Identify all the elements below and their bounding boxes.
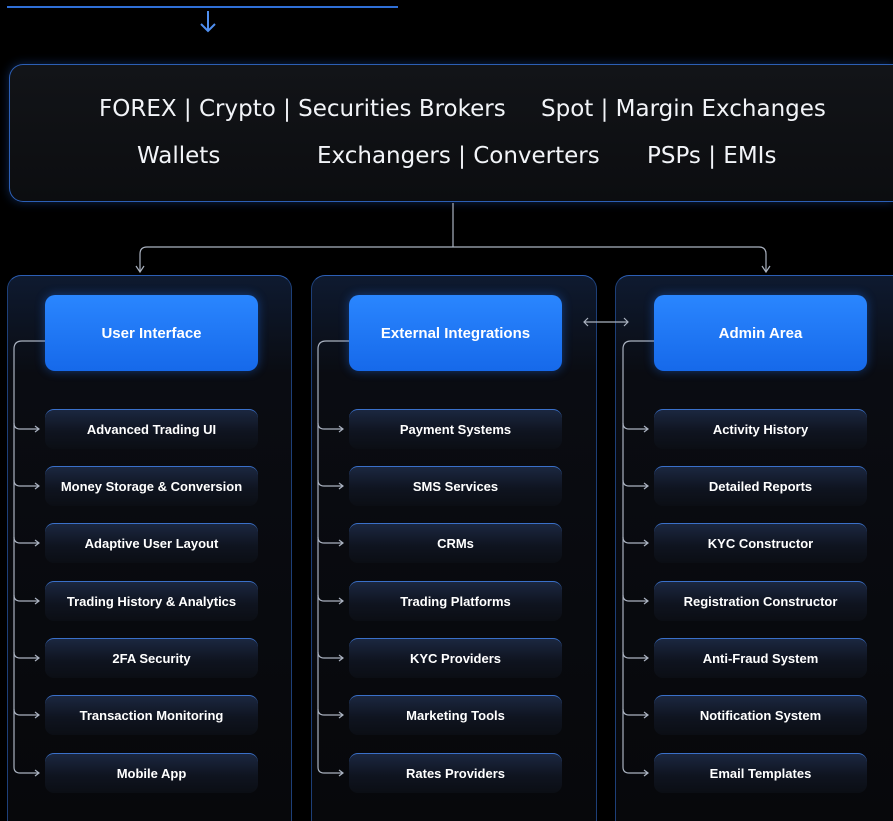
list-item[interactable]: Trading History & Analytics (45, 581, 258, 621)
list-item[interactable]: Rates Providers (349, 753, 562, 793)
list-item[interactable]: Money Storage & Conversion (45, 466, 258, 506)
list-item[interactable]: Email Templates (654, 753, 867, 793)
list-item[interactable]: Trading Platforms (349, 581, 562, 621)
list-item[interactable]: KYC Constructor (654, 523, 867, 563)
list-item[interactable]: Activity History (654, 409, 867, 449)
list-item[interactable]: Marketing Tools (349, 695, 562, 735)
list-item[interactable]: Transaction Monitoring (45, 695, 258, 735)
list-item[interactable]: Registration Constructor (654, 581, 867, 621)
list-item[interactable]: Advanced Trading UI (45, 409, 258, 449)
list-item[interactable]: Notification System (654, 695, 867, 735)
list-item[interactable]: Anti-Fraud System (654, 638, 867, 678)
list-item[interactable]: Mobile App (45, 753, 258, 793)
column-spine (13, 340, 45, 774)
admin-area-button[interactable]: Admin Area (654, 295, 867, 371)
list-item[interactable]: Detailed Reports (654, 466, 867, 506)
column-spine (317, 340, 349, 774)
list-item[interactable]: Adaptive User Layout (45, 523, 258, 563)
split-connector (139, 246, 767, 272)
column-spine (622, 340, 654, 774)
list-item[interactable]: CRMs (349, 523, 562, 563)
user-interface-button[interactable]: User Interface (45, 295, 258, 371)
list-item[interactable]: 2FA Security (45, 638, 258, 678)
list-item[interactable]: SMS Services (349, 466, 562, 506)
list-item[interactable]: Payment Systems (349, 409, 562, 449)
external-integrations-button[interactable]: External Integrations (349, 295, 562, 371)
double-arrow-icon (583, 317, 629, 327)
list-item[interactable]: KYC Providers (349, 638, 562, 678)
